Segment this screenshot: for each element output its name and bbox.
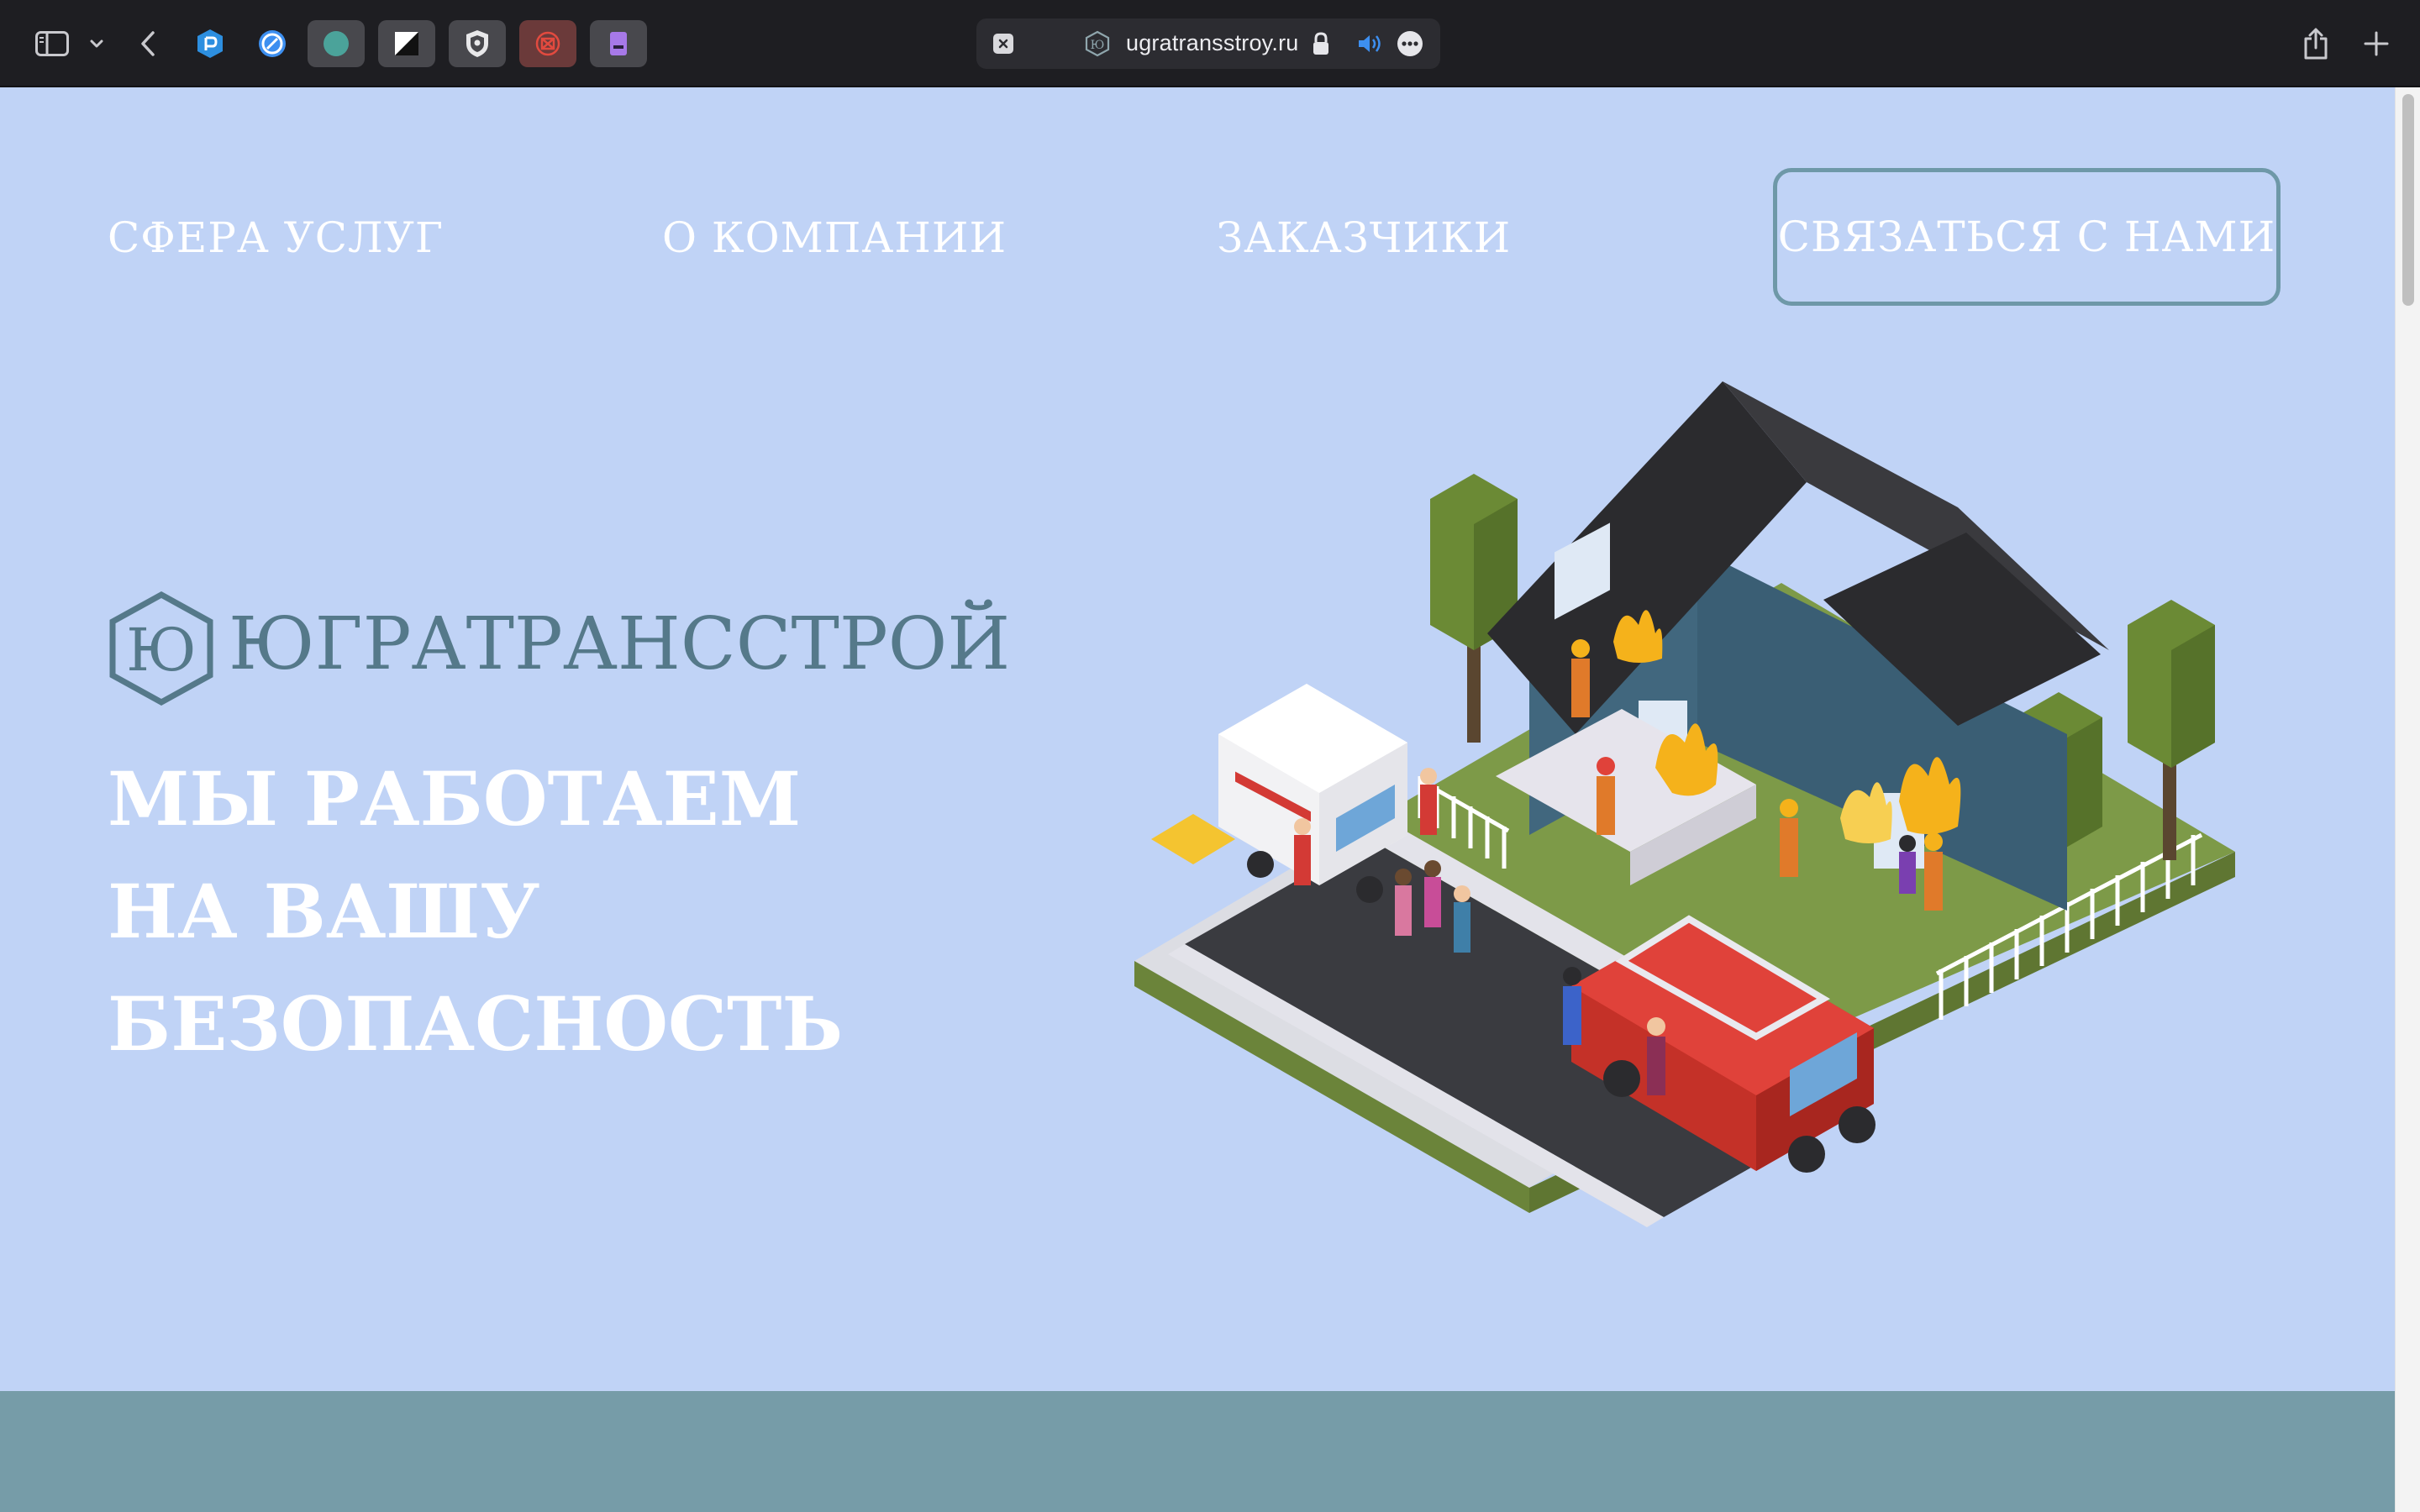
svg-text:Ю: Ю [1091, 39, 1105, 52]
site-favicon-icon: Ю [1084, 30, 1111, 57]
more-icon[interactable] [1397, 30, 1423, 57]
company-logo[interactable]: Ю ЮГРАТРАНССТРОЙ [108, 591, 1010, 706]
page-viewport: СФЕРА УСЛУГ О КОМПАНИИ ЗАКАЗЧИКИ СВЯЗАТЬ… [0, 87, 2420, 1512]
contrast-extension-icon[interactable] [378, 20, 435, 67]
purple-extension-icon[interactable] [590, 20, 647, 67]
hero-headline-line-3: БЕЗОПАСНОСТЬ [108, 980, 844, 1068]
hero-headline-line-2: НА ВАШУ [108, 868, 540, 955]
sidebar-icon[interactable] [30, 20, 74, 67]
speaker-icon[interactable] [1356, 30, 1385, 57]
next-section-band [0, 1391, 2395, 1512]
close-tab-icon[interactable] [993, 34, 1013, 54]
plus-icon[interactable] [2353, 20, 2400, 67]
scrollbar-thumb[interactable] [2402, 94, 2414, 306]
nav-clients-link[interactable]: ЗАКАЗЧИКИ [1217, 213, 1511, 262]
logo-hexagon-icon: Ю [109, 591, 213, 706]
hexagon-extension-icon[interactable] [182, 20, 239, 67]
hero-headline: МЫ РАБОТАЕМ НА ВАШУ БЕЗОПАСНОСТЬ [108, 743, 1032, 1080]
compass-extension-icon[interactable] [244, 20, 301, 67]
page-content: СФЕРА УСЛУГ О КОМПАНИИ ЗАКАЗЧИКИ СВЯЗАТЬ… [0, 87, 2395, 1512]
nav-services-link[interactable]: СФЕРА УСЛУГ [108, 213, 444, 262]
address-bar[interactable]: Ю ugratransstroy.ru [976, 18, 1440, 69]
contact-us-button[interactable]: СВЯЗАТЬСЯ С НАМИ [1773, 168, 2281, 306]
hero-headline-line-1: МЫ РАБОТАЕМ [108, 755, 802, 843]
lock-icon [1311, 30, 1331, 57]
browser-toolbar: Ю ugratransstroy.ru [0, 0, 2420, 87]
nav-about-link[interactable]: О КОМПАНИИ [662, 213, 1007, 262]
url-text[interactable]: ugratransstroy.ru [1126, 30, 1298, 56]
openai-extension-icon[interactable] [519, 20, 576, 67]
circle-extension-icon[interactable] [308, 20, 365, 67]
logo-name: ЮГРАТРАНССТРОЙ [229, 602, 1011, 686]
chevron-down-icon[interactable] [84, 20, 109, 67]
tree-left [1430, 474, 1518, 743]
chevron-left-icon[interactable] [131, 20, 165, 67]
svg-text:Ю: Ю [126, 616, 197, 685]
fire-rescue-illustration [1134, 381, 2235, 1227]
share-icon[interactable] [2292, 20, 2339, 67]
page-scrollbar[interactable] [2395, 87, 2420, 1512]
shield-extension-icon[interactable] [449, 20, 506, 67]
